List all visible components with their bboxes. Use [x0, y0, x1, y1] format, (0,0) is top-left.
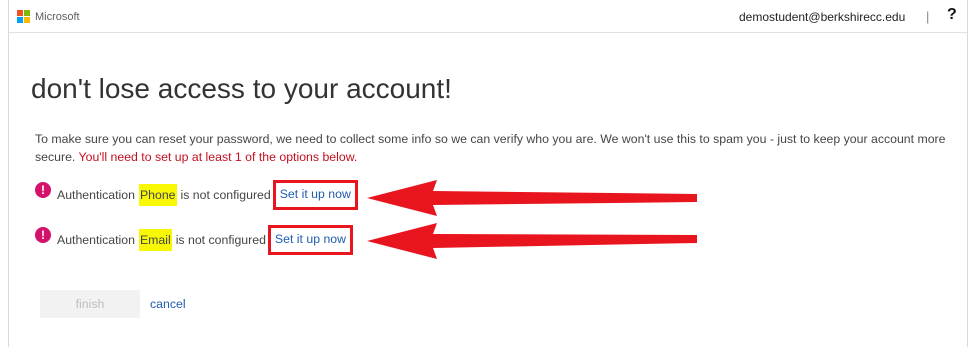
page-title: don't lose access to your account! [31, 73, 452, 104]
help-icon[interactable]: ? [947, 6, 957, 24]
top-bar: Microsoft demostudent@berkshirecc.edu | … [9, 0, 967, 33]
auth-status: is not configured [175, 233, 266, 247]
cancel-link[interactable]: cancel [150, 297, 186, 311]
brand: Microsoft [17, 10, 80, 23]
auth-method-email: ! Authentication Email is not configured… [35, 225, 354, 255]
highlight-box: Set it up now [267, 225, 354, 255]
brand-name: Microsoft [35, 10, 80, 23]
highlight-box: Set it up now [272, 180, 358, 210]
auth-method-name: Email [138, 229, 172, 251]
auth-prefix: Authentication [57, 188, 135, 202]
red-arrow-icon [367, 180, 697, 216]
auth-prefix: Authentication [57, 233, 135, 247]
finish-button[interactable]: finish [40, 290, 140, 318]
auth-status: is not configured [180, 188, 271, 202]
page-frame: Microsoft demostudent@berkshirecc.edu | … [8, 0, 968, 347]
red-arrow-icon [367, 223, 697, 259]
auth-method-phone: ! Authentication Phone is not configured… [35, 180, 358, 210]
required-notice: You'll need to set up at least 1 of the … [78, 150, 358, 164]
microsoft-logo-icon [17, 10, 30, 23]
header-separator: | [926, 9, 930, 24]
alert-circle-icon: ! [35, 227, 51, 243]
auth-method-name: Phone [138, 184, 177, 206]
set-up-phone-link[interactable]: Set it up now [280, 187, 351, 201]
user-email[interactable]: demostudent@berkshirecc.edu [739, 10, 905, 24]
alert-circle-icon: ! [35, 182, 51, 198]
intro-text: To make sure you can reset your password… [35, 130, 950, 166]
set-up-email-link[interactable]: Set it up now [275, 232, 346, 246]
